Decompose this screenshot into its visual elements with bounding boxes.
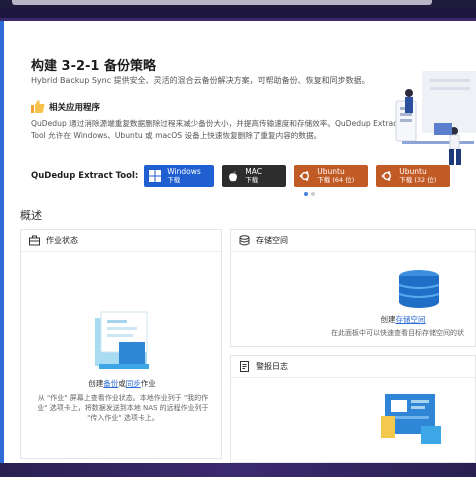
download-mac-button[interactable]: MAC 下载: [222, 165, 287, 187]
download-windows-button[interactable]: Windows 下载: [144, 165, 215, 187]
logs-card-title: 警报日志: [256, 362, 288, 371]
download-ubuntu-64-button[interactable]: Ubuntu 下载 (64 位): [294, 165, 369, 187]
banner-description: Hybrid Backup Sync 提供安全、灵活的混合云备份解决方案，可帮助…: [31, 76, 370, 85]
storage-card-title: 存储空间: [256, 236, 288, 245]
database-icon: [239, 235, 250, 246]
overview-title: 概述: [20, 209, 42, 222]
banner-title: 构建 3-2-1 备份策略: [31, 59, 156, 74]
windows-sub: 下载: [167, 176, 181, 184]
mac-label: MAC: [245, 167, 262, 176]
ubuntu64-sub: 下载 (64 位): [317, 176, 355, 184]
mac-sub: 下载: [245, 176, 259, 184]
backup-illustration: [395, 71, 476, 165]
storage-description: 在此面板中可以快速查看目标存储空间的状: [331, 329, 464, 337]
jobs-card-title: 作业状态: [46, 236, 78, 245]
create-backup-link[interactable]: 备份: [103, 379, 118, 388]
windows-label: Windows: [167, 167, 201, 176]
extract-tool-label: QuDedup Extract Tool:: [31, 171, 139, 181]
logs-illustration: [381, 394, 441, 444]
apple-icon: [229, 171, 238, 182]
briefcase-icon: [29, 235, 40, 246]
alert-logs-card: 警报日志: [230, 355, 476, 463]
bottom-desktop-strip: [0, 463, 476, 477]
related-apps-description: QuDedup 通过消除源端重复数据删除过程来减少备份大小，并提高传输速度和存储…: [31, 119, 401, 140]
carousel-dot-2[interactable]: [311, 192, 315, 196]
logs-card-header: 警报日志: [231, 356, 475, 378]
storage-space-card: 存储空间 创建存储空间 在此面板中可以快速查看目标存储空间的状: [230, 229, 476, 347]
top-strip-bar: [12, 0, 432, 5]
log-document-icon: [240, 361, 249, 372]
jobs-description: 从 "作业" 屏幕上查看作业状态。本地作业列于 "我的作业" 选项卡上，将数据发…: [37, 394, 209, 422]
storage-card-header: 存储空间: [231, 230, 475, 252]
jobs-card-header: 作业状态: [21, 230, 221, 252]
create-sync-link[interactable]: 同步: [126, 379, 141, 388]
jobs-create-or: 或: [118, 379, 126, 388]
storage-create-prefix: 创建: [380, 315, 396, 324]
hbs-window: 构建 3-2-1 备份策略 Hybrid Backup Sync 提供安全、灵活…: [0, 21, 476, 463]
top-window-strip: [0, 0, 476, 8]
windows-icon: [149, 170, 162, 182]
ubuntu64-label: Ubuntu: [317, 167, 345, 176]
ubuntu-icon: [299, 171, 310, 181]
storage-create-line: 创建存储空间: [331, 314, 475, 325]
jobs-illustration: [95, 311, 149, 369]
thumbs-up-icon: [31, 100, 45, 113]
related-apps-label: 相关应用程序: [49, 102, 101, 113]
carousel-dot-1[interactable]: [304, 192, 308, 196]
jobs-create-suffix: 作业: [140, 379, 156, 388]
storage-illustration: [398, 270, 440, 308]
jobs-create-line: 创建备份或同步作业: [21, 378, 223, 389]
jobs-status-card: 作业状态 创建备份或同步作业 从 "作业" 屏幕上查看作业状态。本地作业列于 "…: [20, 229, 222, 459]
carousel-dots: [304, 192, 318, 196]
jobs-create-prefix: 创建: [88, 379, 104, 388]
create-storage-link[interactable]: 存储空间: [396, 315, 426, 324]
promo-banner: 构建 3-2-1 备份策略 Hybrid Backup Sync 提供安全、灵活…: [4, 21, 476, 197]
related-apps-heading: 相关应用程序: [31, 100, 100, 113]
